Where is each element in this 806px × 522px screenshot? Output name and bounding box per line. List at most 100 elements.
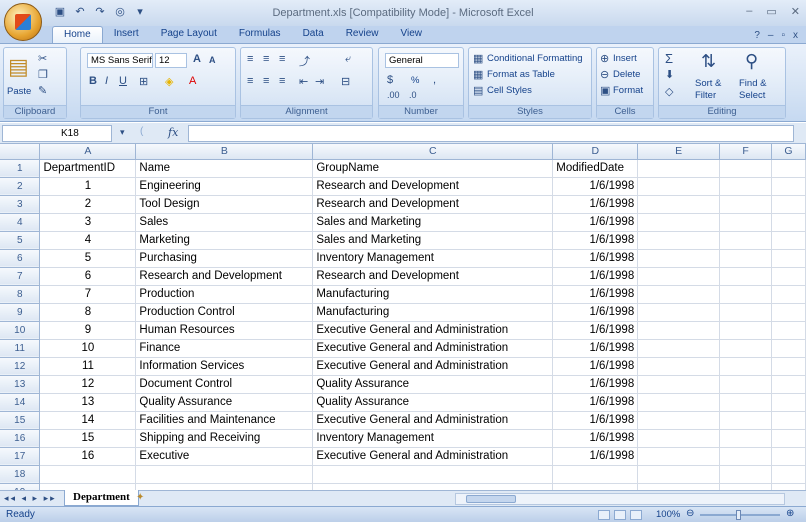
row-header[interactable]: 18 bbox=[0, 465, 41, 484]
shrink-font-icon[interactable]: A bbox=[209, 55, 216, 65]
cell-g[interactable] bbox=[771, 285, 806, 304]
cell-d[interactable] bbox=[552, 465, 639, 484]
cell-g[interactable] bbox=[771, 321, 806, 340]
page-break-view-icon[interactable] bbox=[630, 510, 642, 520]
cell-d[interactable]: 1/6/1998 bbox=[552, 267, 639, 286]
decrease-indent-icon[interactable]: ⇤ bbox=[299, 75, 308, 88]
cell-c[interactable]: Research and Development bbox=[312, 195, 554, 214]
cell-b[interactable]: Quality Assurance bbox=[135, 393, 314, 412]
cell-c[interactable]: Inventory Management bbox=[312, 249, 554, 268]
cell-f[interactable] bbox=[719, 447, 772, 466]
cell-b[interactable] bbox=[135, 483, 314, 490]
align-left-icon[interactable]: ≡ bbox=[247, 75, 253, 87]
cell-e[interactable] bbox=[637, 195, 721, 214]
cell-f[interactable] bbox=[719, 285, 772, 304]
cell-a[interactable]: 14 bbox=[39, 411, 137, 430]
close-icon[interactable]: ✕ bbox=[791, 5, 800, 18]
column-header-f[interactable]: F bbox=[719, 144, 772, 160]
cell-f[interactable] bbox=[719, 465, 772, 484]
name-box[interactable]: K18 bbox=[2, 125, 112, 142]
cell-f[interactable] bbox=[719, 249, 772, 268]
cell-g[interactable] bbox=[771, 159, 806, 178]
font-name-field[interactable]: MS Sans Serif bbox=[87, 53, 153, 68]
doc-restore-icon[interactable]: ▫ bbox=[781, 30, 785, 41]
cell-d[interactable]: 1/6/1998 bbox=[552, 213, 639, 232]
cell-e[interactable] bbox=[637, 429, 721, 448]
cell-c[interactable]: Executive General and Administration bbox=[312, 447, 554, 466]
cell-d[interactable]: 1/6/1998 bbox=[552, 339, 639, 358]
row-header[interactable]: 12 bbox=[0, 357, 41, 376]
cell-f[interactable] bbox=[719, 213, 772, 232]
fill-icon[interactable]: ⬇ bbox=[665, 68, 674, 81]
grow-font-icon[interactable]: A bbox=[193, 53, 201, 65]
tab-data[interactable]: Data bbox=[292, 26, 335, 43]
cell-g[interactable] bbox=[771, 213, 806, 232]
cell-b[interactable]: Sales bbox=[135, 213, 314, 232]
fill-color-icon[interactable]: ◈ bbox=[165, 75, 173, 88]
cell-f[interactable] bbox=[719, 267, 772, 286]
sheet-nav-arrows-icon[interactable]: ◂◂ ◂ ▸ ▸▸ bbox=[4, 493, 57, 504]
cell-a[interactable]: 13 bbox=[39, 393, 137, 412]
tab-insert[interactable]: Insert bbox=[103, 26, 150, 43]
clear-icon[interactable]: ◇ bbox=[665, 85, 673, 98]
wrap-text-icon[interactable]: ⤶ bbox=[345, 53, 351, 66]
row-header[interactable]: 7 bbox=[0, 267, 41, 286]
cell-e[interactable] bbox=[637, 357, 721, 376]
cell-e[interactable] bbox=[637, 483, 721, 490]
cell-d[interactable]: 1/6/1998 bbox=[552, 447, 639, 466]
help-icon[interactable]: ? bbox=[754, 30, 760, 41]
cell-f[interactable] bbox=[719, 231, 772, 250]
row-header[interactable]: 13 bbox=[0, 375, 41, 394]
cell-c[interactable]: Executive General and Administration bbox=[312, 357, 554, 376]
cell-f[interactable] bbox=[719, 339, 772, 358]
cell-a[interactable]: 15 bbox=[39, 429, 137, 448]
cell-b[interactable]: Document Control bbox=[135, 375, 314, 394]
tab-page-layout[interactable]: Page Layout bbox=[150, 26, 228, 43]
cell-g[interactable] bbox=[771, 303, 806, 322]
cell-b[interactable]: Production Control bbox=[135, 303, 314, 322]
cell-c[interactable]: Research and Development bbox=[312, 177, 554, 196]
cell-e[interactable] bbox=[637, 177, 721, 196]
horizontal-scroll-thumb[interactable] bbox=[466, 495, 516, 503]
cell-c[interactable] bbox=[312, 483, 554, 490]
zoom-out-icon[interactable]: ⊖ bbox=[686, 508, 694, 519]
cell-d[interactable]: 1/6/1998 bbox=[552, 249, 639, 268]
orientation-icon[interactable]: ⤴ bbox=[299, 53, 310, 69]
cell-c[interactable]: Executive General and Administration bbox=[312, 321, 554, 340]
cell-e[interactable] bbox=[637, 447, 721, 466]
cell-e[interactable] bbox=[637, 321, 721, 340]
cell-c[interactable]: Research and Development bbox=[312, 267, 554, 286]
cell-a[interactable] bbox=[39, 465, 137, 484]
column-header-g[interactable]: G bbox=[771, 144, 806, 160]
cell-g[interactable] bbox=[771, 195, 806, 214]
cell-e[interactable] bbox=[637, 267, 721, 286]
format-painter-icon[interactable]: ✎ bbox=[38, 84, 47, 97]
format-button[interactable]: Format bbox=[613, 85, 643, 96]
column-header-d[interactable]: D bbox=[552, 144, 639, 160]
cell-c[interactable]: Manufacturing bbox=[312, 285, 554, 304]
cell-b[interactable]: Marketing bbox=[135, 231, 314, 250]
doc-minimize-icon[interactable]: – bbox=[768, 30, 774, 41]
cell-c[interactable]: Sales and Marketing bbox=[312, 231, 554, 250]
cell-f[interactable] bbox=[719, 357, 772, 376]
sort-filter-label[interactable]: Sort & bbox=[695, 78, 721, 89]
cell-e[interactable] bbox=[637, 375, 721, 394]
select-all-corner[interactable] bbox=[0, 144, 41, 160]
align-bottom-icon[interactable]: ≡ bbox=[279, 53, 285, 65]
delete-button[interactable]: Delete bbox=[613, 69, 640, 80]
row-header[interactable]: 11 bbox=[0, 339, 41, 358]
zoom-level[interactable]: 100% bbox=[656, 509, 680, 520]
cell-b[interactable]: Shipping and Receiving bbox=[135, 429, 314, 448]
cell-e[interactable] bbox=[637, 159, 721, 178]
row-header[interactable]: 1 bbox=[0, 159, 41, 178]
cell-a[interactable]: 3 bbox=[39, 213, 137, 232]
minimize-icon[interactable]: – bbox=[746, 5, 752, 18]
cell-c[interactable]: Quality Assurance bbox=[312, 375, 554, 394]
increase-decimal-icon[interactable]: .00 bbox=[387, 90, 400, 100]
row-header[interactable]: 19 bbox=[0, 483, 41, 490]
column-header-c[interactable]: C bbox=[312, 144, 554, 160]
row-header[interactable]: 17 bbox=[0, 447, 41, 466]
cell-c[interactable]: Quality Assurance bbox=[312, 393, 554, 412]
align-center-icon[interactable]: ≡ bbox=[263, 75, 269, 87]
cell-d[interactable]: 1/6/1998 bbox=[552, 393, 639, 412]
